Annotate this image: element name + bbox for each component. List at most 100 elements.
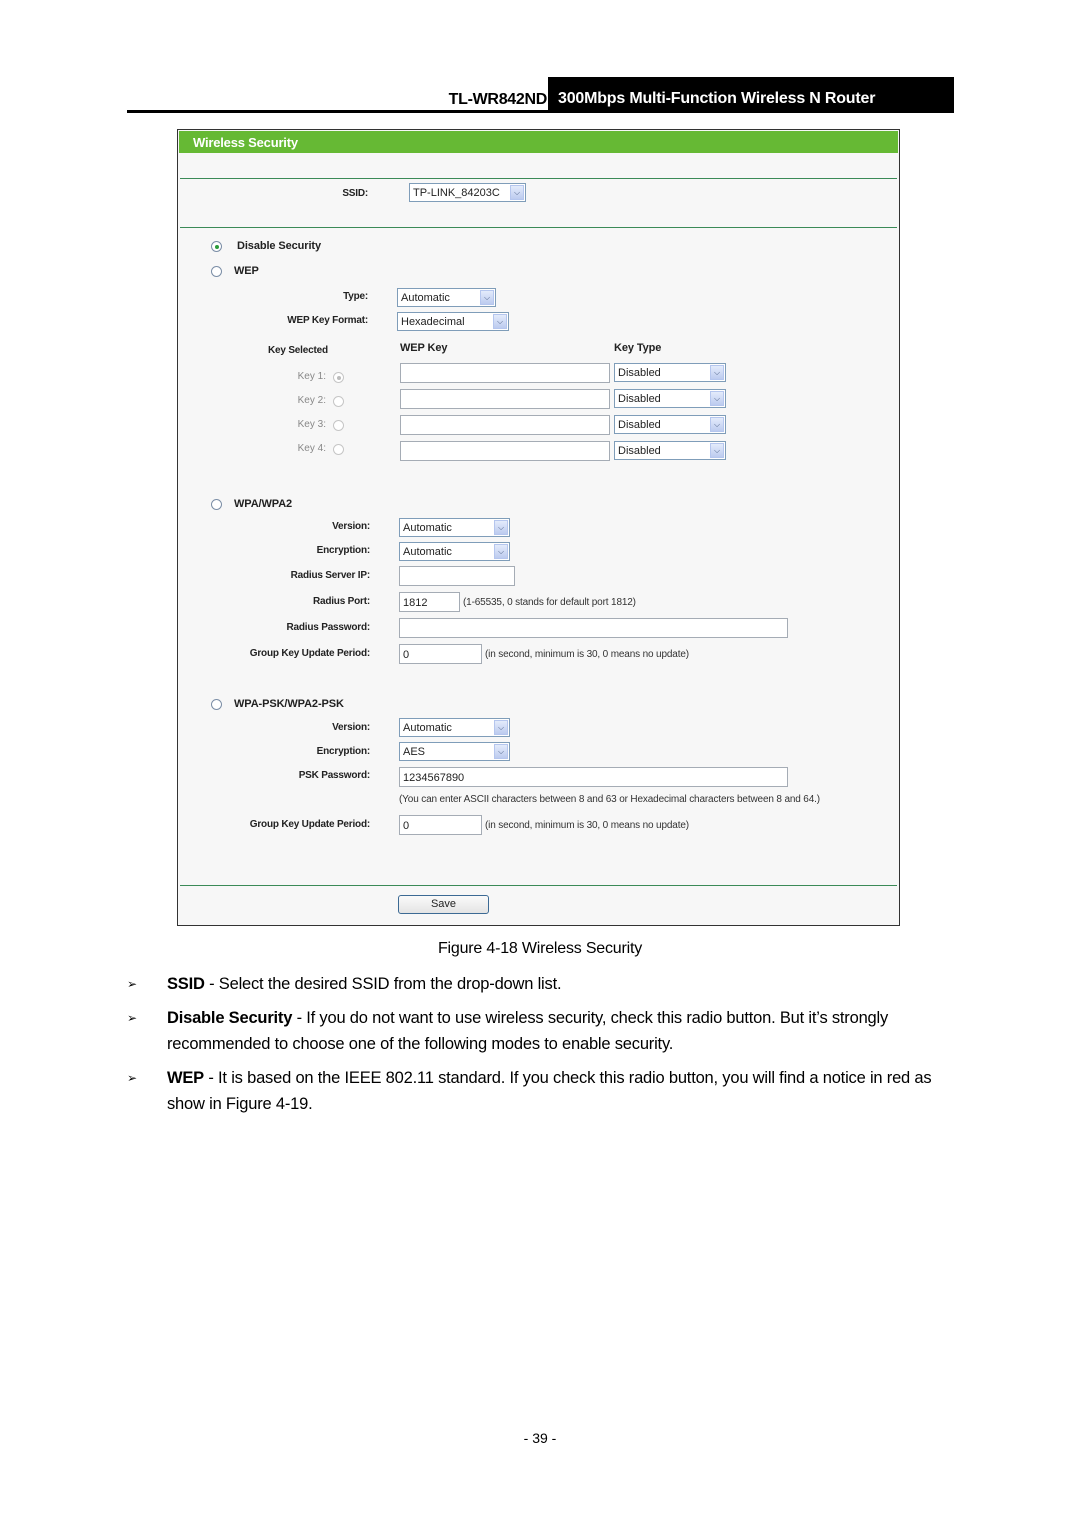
panel-title: Wireless Security: [179, 131, 898, 153]
divider: [180, 227, 897, 228]
wep-label: WEP: [234, 265, 259, 277]
key-2-type-select[interactable]: Disabled ⌵: [614, 389, 726, 408]
radius-password-input[interactable]: [399, 618, 788, 638]
chevron-down-icon: ⌵: [493, 314, 507, 329]
psk-password-label: PSK Password:: [298, 770, 371, 781]
key-selected-header: Key Selected: [268, 345, 328, 356]
radius-port-hint: (1-65535, 0 stands for default port 1812…: [463, 597, 636, 608]
psk-password-input[interactable]: 1234567890: [399, 767, 788, 787]
key-1-type-select[interactable]: Disabled ⌵: [614, 363, 726, 382]
wpa-group-key-hint: (in second, minimum is 30, 0 means no up…: [485, 649, 689, 660]
key-type-header: Key Type: [614, 342, 662, 354]
wep-key-format-label: WEP Key Format:: [287, 315, 368, 326]
radius-port-input[interactable]: 1812: [399, 592, 460, 612]
ssid-value: TP-LINK_84203C: [413, 187, 500, 199]
key-1-type-value: Disabled: [618, 367, 661, 379]
radius-server-ip-input[interactable]: [399, 566, 515, 586]
wpa-group-key-label: Group Key Update Period:: [249, 648, 370, 659]
radius-port-label: Radius Port:: [312, 596, 370, 607]
disable-security-label: Disable Security: [237, 240, 321, 252]
psk-password-hint: (You can enter ASCII characters between …: [399, 794, 820, 805]
wep-key-format-select[interactable]: Hexadecimal ⌵: [397, 312, 509, 331]
wpa-label: WPA/WPA2: [234, 498, 293, 510]
wpa-group-key-input[interactable]: 0: [399, 644, 482, 664]
key-3-label: Key 3:: [297, 419, 326, 430]
chevron-down-icon: ⌵: [480, 290, 494, 305]
bullet-term: WEP: [167, 1069, 204, 1087]
wep-key-1-input[interactable]: [400, 363, 610, 383]
product-name: 300Mbps Multi-Function Wireless N Router: [548, 77, 954, 111]
wpa-version-select[interactable]: Automatic ⌵: [399, 518, 510, 537]
key-1-radio[interactable]: [333, 372, 344, 383]
save-button[interactable]: Save: [398, 895, 489, 914]
key-3-type-value: Disabled: [618, 419, 661, 431]
wpa-encryption-select[interactable]: Automatic ⌵: [399, 542, 510, 561]
key-4-type-value: Disabled: [618, 445, 661, 457]
model-name: TL-WR842ND: [448, 91, 548, 108]
wep-key-3-input[interactable]: [400, 415, 610, 435]
chevron-down-icon: ⌵: [494, 520, 508, 535]
bullet-ssid: ➢ SSID - Select the desired SSID from th…: [127, 971, 954, 997]
divider: [180, 178, 897, 179]
psk-encryption-label: Encryption:: [316, 746, 371, 757]
ssid-label: SSID:: [342, 188, 368, 199]
psk-group-key-label: Group Key Update Period:: [249, 819, 370, 830]
key-3-radio[interactable]: [333, 420, 344, 431]
wpa-version-label: Version:: [332, 521, 370, 532]
psk-group-key-hint: (in second, minimum is 30, 0 means no up…: [485, 820, 689, 831]
psk-radio[interactable]: [211, 699, 222, 710]
key-1-label: Key 1:: [297, 371, 326, 382]
wep-key-2-input[interactable]: [400, 389, 610, 409]
chevron-down-icon: ⌵: [710, 391, 724, 406]
chevron-down-icon: ⌵: [710, 443, 724, 458]
wpa-encryption-value: Automatic: [403, 546, 452, 558]
wpa-encryption-label: Encryption:: [316, 545, 371, 556]
psk-version-label: Version:: [332, 722, 370, 733]
psk-group-key-input[interactable]: 0: [399, 815, 482, 835]
key-2-type-value: Disabled: [618, 393, 661, 405]
wpa-radio[interactable]: [211, 499, 222, 510]
wpa-version-value: Automatic: [403, 522, 452, 534]
chevron-down-icon: ⌵: [710, 365, 724, 380]
wep-key-4-input[interactable]: [400, 441, 610, 461]
psk-encryption-select[interactable]: AES ⌵: [399, 742, 510, 761]
ssid-select[interactable]: TP-LINK_84203C ⌵: [409, 183, 526, 202]
key-2-radio[interactable]: [333, 396, 344, 407]
key-4-radio[interactable]: [333, 444, 344, 455]
wep-type-select[interactable]: Automatic ⌵: [397, 288, 496, 307]
page-number: - 39 -: [523, 1430, 557, 1446]
bullet-text: - Select the desired SSID from the drop-…: [204, 975, 562, 993]
wep-type-value: Automatic: [401, 292, 450, 304]
key-3-type-select[interactable]: Disabled ⌵: [614, 415, 726, 434]
radius-server-ip-label: Radius Server IP:: [290, 570, 371, 581]
key-4-type-select[interactable]: Disabled ⌵: [614, 441, 726, 460]
chevron-down-icon: ⌵: [494, 544, 508, 559]
chevron-down-icon: ⌵: [494, 744, 508, 759]
bullet-wep: ➢ WEP - It is based on the IEEE 802.11 s…: [127, 1065, 954, 1117]
bullet-term: SSID: [167, 975, 205, 993]
psk-label: WPA-PSK/WPA2-PSK: [234, 698, 344, 710]
psk-version-select[interactable]: Automatic ⌵: [399, 718, 510, 737]
bullet-arrow-icon: ➢: [127, 1071, 137, 1085]
key-4-label: Key 4:: [297, 443, 326, 454]
chevron-down-icon: ⌵: [494, 720, 508, 735]
divider: [180, 885, 897, 886]
chevron-down-icon: ⌵: [710, 417, 724, 432]
radius-password-label: Radius Password:: [286, 622, 371, 633]
bullet-term: Disable Security: [167, 1009, 293, 1027]
wireless-security-panel: Wireless Security SSID: TP-LINK_84203C ⌵…: [177, 129, 900, 926]
wep-key-header: WEP Key: [400, 342, 448, 354]
disable-security-radio[interactable]: [211, 241, 222, 252]
document-header: TL-WR842ND 300Mbps Multi-Function Wirele…: [127, 77, 954, 113]
chevron-down-icon: ⌵: [510, 185, 524, 200]
bullet-arrow-icon: ➢: [127, 977, 137, 991]
psk-version-value: Automatic: [403, 722, 452, 734]
key-2-label: Key 2:: [297, 395, 326, 406]
bullet-text: - It is based on the IEEE 802.11 standar…: [167, 1069, 932, 1113]
bullet-arrow-icon: ➢: [127, 1011, 137, 1025]
wep-type-label: Type:: [343, 291, 368, 302]
figure-caption: Figure 4-18 Wireless Security: [437, 940, 643, 957]
wep-key-format-value: Hexadecimal: [401, 316, 465, 328]
wep-radio[interactable]: [211, 266, 222, 277]
bullet-disable-security: ➢ Disable Security - If you do not want …: [127, 1005, 954, 1057]
